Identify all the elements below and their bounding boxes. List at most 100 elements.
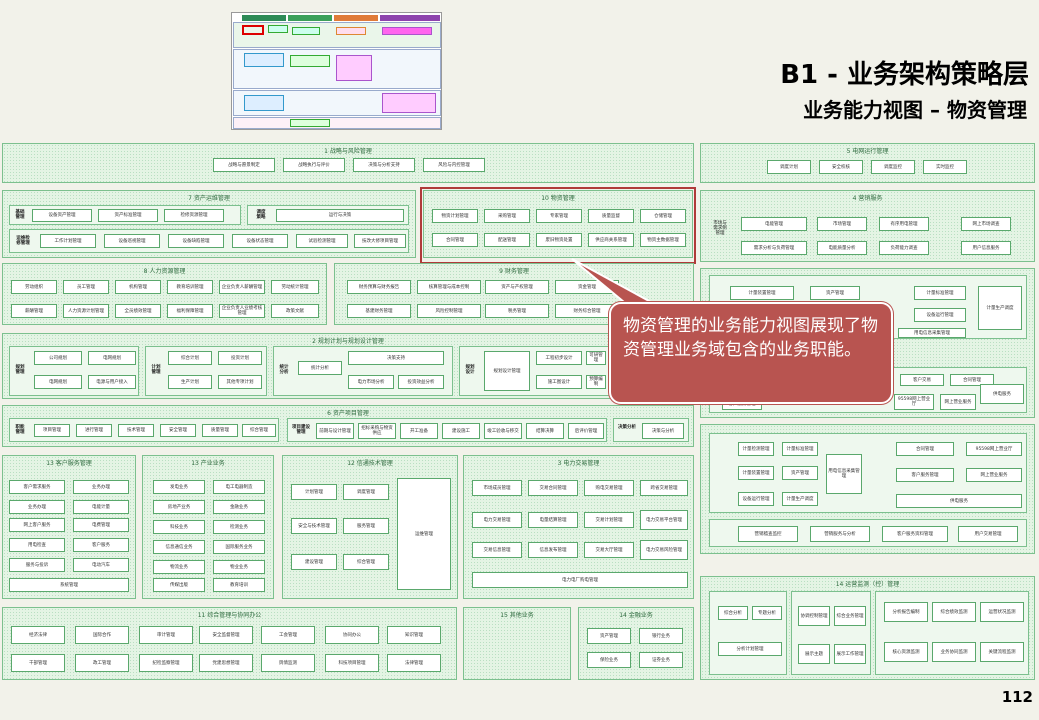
capability-box[interactable]: 金融业务 [213, 500, 265, 514]
capability-box[interactable]: 规划设计管理 [484, 351, 530, 391]
capability-box[interactable]: 计量检测管理 [738, 442, 774, 456]
capability-box[interactable]: 电能计量 [73, 500, 129, 514]
capability-box[interactable]: 综合分析 [718, 606, 748, 620]
capability-box[interactable]: 机构管理 [115, 280, 161, 294]
capability-box[interactable]: 银行业务 [639, 628, 683, 644]
capability-box[interactable]: 调度计划 [767, 160, 811, 174]
capability-box[interactable]: 负荷能力调查 [879, 241, 929, 255]
capability-box[interactable]: 公司规划 [34, 351, 82, 365]
capability-box[interactable]: 投资效益分析 [398, 375, 444, 389]
capability-box[interactable]: 营销稽查监控 [738, 526, 798, 542]
capability-box[interactable]: 调度监控 [871, 160, 915, 174]
capability-box[interactable]: 展示工作管理 [834, 644, 866, 664]
capability-box[interactable]: 电力电厂购电管理 [472, 572, 688, 588]
capability-box[interactable]: 调度管理 [343, 484, 389, 500]
capability-box[interactable]: 安全管理 [160, 424, 196, 437]
capability-box[interactable]: 物业业务 [213, 560, 265, 574]
capability-box[interactable]: 福利保障管理 [167, 304, 213, 318]
capability-box[interactable]: 服务与投诉 [9, 558, 65, 572]
capability-box[interactable]: 预算编制 [586, 375, 606, 389]
capability-box[interactable]: 国际服务业务 [213, 540, 265, 554]
capability-box[interactable]: 资产与产权管理 [485, 280, 549, 294]
capability-box[interactable]: 电力市场分析 [348, 375, 394, 389]
capability-box[interactable]: 战略执行与评价 [283, 158, 345, 172]
capability-box[interactable]: 设备运行管理 [738, 492, 774, 506]
capability-box[interactable]: 后评价管理 [568, 423, 604, 439]
capability-box[interactable]: 核算管理与成本控制 [417, 280, 481, 294]
capability-box[interactable]: 决策支持 [348, 351, 444, 365]
capability-box[interactable]: 业务协同监测 [932, 642, 976, 662]
capability-box[interactable]: 计量标准管理 [914, 286, 966, 300]
capability-box[interactable]: 证券业务 [639, 652, 683, 668]
capability-box[interactable]: 纪检监察管理 [139, 654, 193, 672]
capability-box[interactable]: 用电信息采集管理 [826, 454, 862, 494]
capability-box[interactable]: 运维管理 [397, 478, 451, 590]
capability-box[interactable]: 薪酬管理 [11, 304, 57, 318]
capability-box[interactable]: 干部管理 [11, 654, 65, 672]
capability-box[interactable]: 综合绩效监测 [932, 602, 976, 622]
capability-box[interactable]: 协调控制管理 [798, 606, 830, 626]
capability-box[interactable]: 电能质量分析 [817, 241, 867, 255]
capability-box[interactable]: 电力交易风险管理 [640, 540, 688, 560]
capability-box[interactable]: 计量标准管理 [782, 442, 818, 456]
capability-box[interactable]: 全员绩效管理 [115, 304, 161, 318]
capability-box[interactable]: 有序用电管理 [879, 217, 929, 231]
capability-box[interactable]: 建设施工 [442, 423, 480, 439]
capability-box[interactable]: 交易合同管理 [528, 480, 578, 496]
capability-box[interactable]: 资产管理 [810, 286, 860, 300]
capability-box[interactable]: 网上营业服务 [940, 394, 976, 410]
capability-box[interactable]: 运行与决策 [276, 209, 404, 222]
capability-box[interactable]: 法律管理 [387, 654, 441, 672]
capability-box[interactable]: 实时监控 [923, 160, 967, 174]
capability-box[interactable]: 可研管理 [586, 351, 606, 365]
capability-box[interactable]: 国际合作 [75, 626, 129, 644]
capability-box[interactable]: 计量装置管理 [730, 286, 794, 300]
capability-box[interactable]: 项目管理 [34, 424, 70, 437]
capability-box[interactable]: 市场成员管理 [472, 480, 522, 496]
capability-box[interactable]: 用电检查 [9, 538, 65, 552]
capability-box[interactable]: 用电信息采集管理 [898, 328, 966, 338]
capability-box[interactable]: 资产标准管理 [98, 209, 158, 222]
capability-box[interactable]: 劳动组织 [11, 280, 57, 294]
capability-box[interactable]: 检修资源管理 [164, 209, 224, 222]
capability-box[interactable]: 用户信息服务 [961, 241, 1011, 255]
capability-box[interactable]: 电工电器制造 [213, 480, 265, 494]
capability-box[interactable]: 设备状态管理 [232, 234, 288, 248]
capability-box[interactable]: 党建思想管理 [199, 654, 253, 672]
capability-box[interactable]: 客户需求服务 [9, 480, 65, 494]
capability-box[interactable]: 营销服务与分析 [810, 526, 870, 542]
capability-box[interactable]: 综合计划 [168, 351, 212, 365]
capability-box[interactable]: 前期与设计管理 [316, 423, 354, 439]
capability-box[interactable]: 科技业务 [153, 520, 205, 534]
capability-box[interactable]: 核心资源监测 [884, 642, 928, 662]
capability-box[interactable]: 科技项目管理 [325, 654, 379, 672]
capability-box[interactable]: 基建财务管理 [347, 304, 411, 318]
capability-box[interactable]: 战略与愿景制定 [213, 158, 275, 172]
capability-box[interactable]: 设备资产管理 [32, 209, 92, 222]
capability-box[interactable]: 网上客户服务 [9, 518, 65, 532]
capability-box[interactable]: 95598网上营业厅 [894, 394, 934, 410]
capability-box[interactable]: 物流业务 [153, 560, 205, 574]
capability-box[interactable]: 客户服务 [73, 538, 129, 552]
capability-box[interactable]: 供电服务 [980, 384, 1024, 404]
capability-box[interactable]: 人力资源计划管理 [63, 304, 109, 318]
capability-box[interactable]: 关键流程监测 [980, 642, 1024, 662]
capability-box[interactable]: 知识管理 [387, 626, 441, 644]
capability-box[interactable]: 客户服务管理 [896, 468, 954, 482]
capability-box[interactable]: 劳动统计管理 [271, 280, 319, 294]
capability-box[interactable]: 综合管理 [242, 424, 276, 437]
capability-box[interactable]: 财务预算与财务报告 [347, 280, 411, 294]
capability-box[interactable]: 保险业务 [587, 652, 631, 668]
capability-box[interactable]: 设备运行管理 [914, 308, 966, 322]
capability-box[interactable]: 传媒出版 [153, 578, 205, 592]
capability-box[interactable]: 业务办理 [73, 480, 129, 494]
capability-box[interactable]: 工作计划管理 [40, 234, 96, 248]
capability-box[interactable]: 电力交易平台管理 [640, 510, 688, 530]
capability-box[interactable]: 招标采购与物资供应 [358, 423, 396, 439]
capability-box[interactable]: 业务办理 [9, 500, 65, 514]
capability-box[interactable]: 投资计划 [218, 351, 262, 365]
capability-box[interactable]: 用户交易管理 [958, 526, 1018, 542]
capability-box[interactable]: 技改大修项目管理 [354, 234, 406, 248]
capability-box[interactable]: 试验检测管理 [296, 234, 348, 248]
capability-box[interactable]: 系统管理 [9, 578, 129, 592]
